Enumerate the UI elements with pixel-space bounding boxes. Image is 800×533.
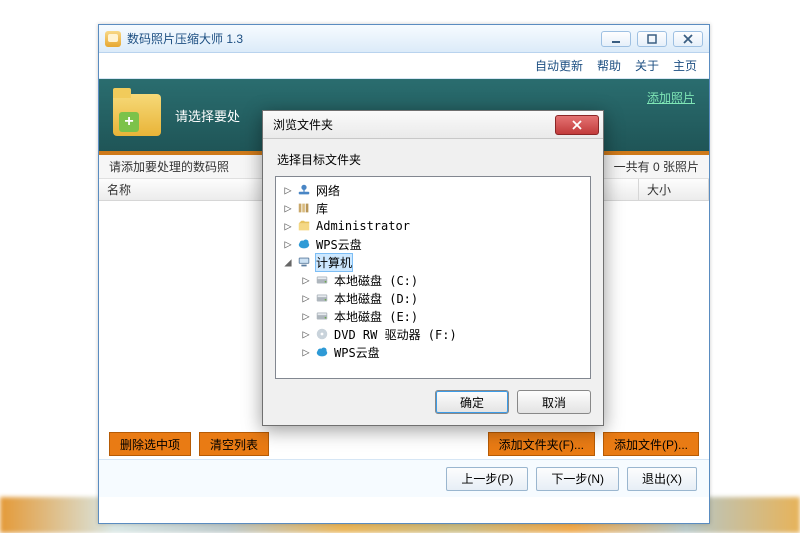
menu-home[interactable]: 主页: [673, 57, 697, 74]
expand-icon[interactable]: ▷: [300, 309, 312, 323]
maximize-button[interactable]: [637, 31, 667, 47]
expand-icon[interactable]: ◢: [282, 255, 294, 269]
menu-about[interactable]: 关于: [635, 57, 659, 74]
tree-node-label: WPS云盘: [316, 236, 362, 253]
tree-node[interactable]: ▷库: [276, 199, 590, 217]
lib-icon: [296, 201, 312, 215]
plus-icon: +: [119, 112, 139, 132]
status-right: 一共有 0 张照片: [614, 158, 699, 175]
delete-selected-button[interactable]: 删除选中项: [109, 432, 191, 456]
dialog-title: 浏览文件夹: [273, 116, 333, 133]
disk-icon: [314, 273, 330, 287]
browse-folder-dialog: 浏览文件夹 选择目标文件夹 ▷网络▷库▷Administrator▷WPS云盘◢…: [262, 110, 604, 426]
dialog-close-button[interactable]: [555, 115, 599, 135]
status-left: 请添加要处理的数码照: [109, 158, 229, 175]
menu-help[interactable]: 帮助: [597, 57, 621, 74]
tree-node-label: WPS云盘: [334, 344, 380, 361]
add-folder-button[interactable]: 添加文件夹(F)...: [488, 432, 595, 456]
tree-node[interactable]: ▷ 网络: [276, 181, 590, 199]
exit-button[interactable]: 退出(X): [627, 467, 697, 491]
close-icon: [572, 120, 582, 130]
dialog-titlebar[interactable]: 浏览文件夹: [263, 111, 603, 139]
expand-icon[interactable]: ▷: [282, 219, 294, 233]
tree-node[interactable]: ▷ DVD RW 驱动器 (F:): [276, 325, 590, 343]
expand-icon[interactable]: ▷: [282, 183, 294, 197]
dialog-instruction: 选择目标文件夹: [263, 139, 603, 176]
action-row: 删除选中项 清空列表 添加文件夹(F)... 添加文件(P)...: [99, 429, 709, 459]
disk-icon: [314, 309, 330, 323]
network-icon: [296, 183, 312, 197]
dvd-icon: [314, 327, 330, 341]
menu-bar: 自动更新 帮助 关于 主页: [99, 53, 709, 79]
tree-node[interactable]: ▷ 本地磁盘 (C:): [276, 271, 590, 289]
tree-node-label: DVD RW 驱动器 (F:): [334, 326, 457, 343]
tree-node-label: 本地磁盘 (E:): [334, 308, 418, 325]
user-icon: [296, 219, 312, 233]
nav-row: 上一步(P) 下一步(N) 退出(X): [99, 459, 709, 497]
tree-node[interactable]: ◢ 计算机: [276, 253, 590, 271]
cancel-button[interactable]: 取消: [517, 390, 591, 414]
expand-icon[interactable]: ▷: [300, 345, 312, 359]
app-icon: [105, 31, 121, 47]
tree-node[interactable]: ▷ WPS云盘: [276, 343, 590, 361]
expand-icon[interactable]: ▷: [300, 327, 312, 341]
column-size[interactable]: 大小: [639, 179, 709, 200]
tree-node-label: 本地磁盘 (C:): [334, 272, 418, 289]
tree-node-label: Administrator: [316, 219, 410, 233]
tree-node-label: 计算机: [316, 254, 352, 271]
minimize-button[interactable]: [601, 31, 631, 47]
tree-node[interactable]: ▷ 本地磁盘 (E:): [276, 307, 590, 325]
add-photo-link[interactable]: 添加照片: [647, 89, 695, 106]
cloud-icon: [314, 345, 330, 359]
pc-icon: [296, 255, 312, 269]
titlebar[interactable]: 数码照片压缩大师 1.3: [99, 25, 709, 53]
expand-icon[interactable]: ▷: [300, 273, 312, 287]
expand-icon[interactable]: ▷: [300, 291, 312, 305]
menu-auto-update[interactable]: 自动更新: [535, 57, 583, 74]
tree-node[interactable]: ▷ WPS云盘: [276, 235, 590, 253]
close-button[interactable]: [673, 31, 703, 47]
clear-list-button[interactable]: 清空列表: [199, 432, 269, 456]
tree-node[interactable]: ▷ Administrator: [276, 217, 590, 235]
ok-button[interactable]: 确定: [435, 390, 509, 414]
app-title: 数码照片压缩大师 1.3: [127, 30, 243, 47]
expand-icon[interactable]: ▷: [282, 237, 294, 251]
tree-node[interactable]: ▷ 本地磁盘 (D:): [276, 289, 590, 307]
add-file-button[interactable]: 添加文件(P)...: [603, 432, 699, 456]
window-controls: [601, 31, 703, 47]
tree-node-label: 网络: [316, 182, 340, 199]
disk-icon: [314, 291, 330, 305]
tree-node-label: 本地磁盘 (D:): [334, 290, 418, 307]
expand-icon[interactable]: ▷: [282, 201, 294, 215]
dialog-button-row: 确定 取消: [263, 379, 603, 425]
tree-node-label: 库: [316, 200, 328, 217]
prev-step-button[interactable]: 上一步(P): [446, 467, 528, 491]
next-step-button[interactable]: 下一步(N): [536, 467, 619, 491]
banner-folder-icon: +: [113, 94, 161, 136]
banner-text: 请选择要处: [175, 106, 240, 125]
cloud-icon: [296, 237, 312, 251]
folder-tree[interactable]: ▷网络▷库▷Administrator▷WPS云盘◢计算机▷本地磁盘 (C:)▷…: [275, 176, 591, 379]
